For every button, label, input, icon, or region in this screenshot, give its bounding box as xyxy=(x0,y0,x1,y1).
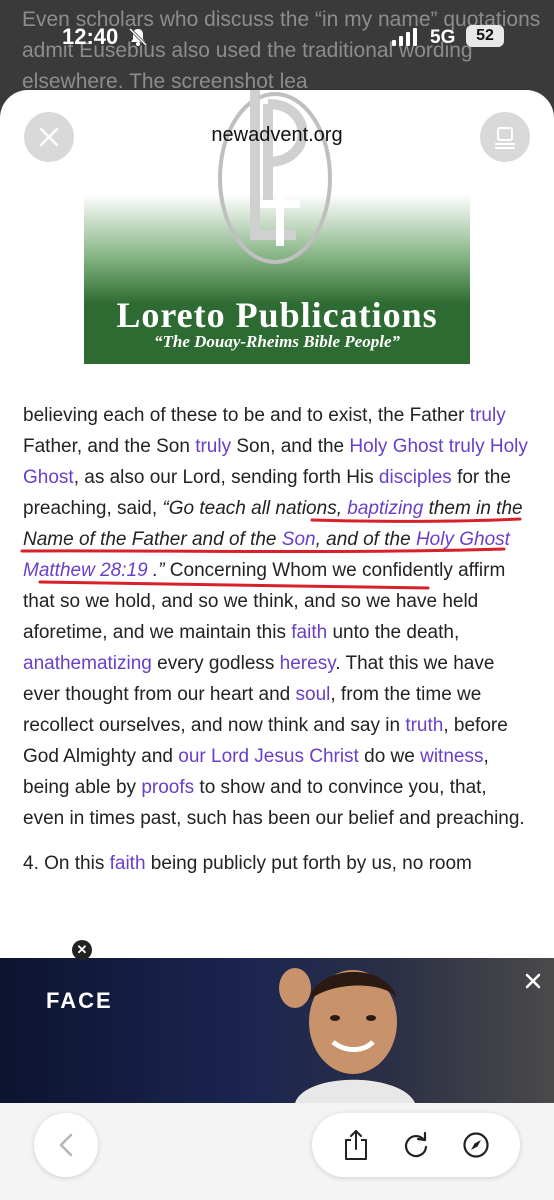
link-proofs[interactable]: proofs xyxy=(141,777,194,798)
text-run: , as also our Lord, sending forth His xyxy=(73,467,379,488)
chevron-left-icon xyxy=(59,1133,73,1157)
link-faith[interactable]: faith xyxy=(110,853,146,874)
battery-indicator: 52 xyxy=(466,25,504,47)
ad-person-image xyxy=(279,968,415,1103)
text-run: every godless xyxy=(151,653,280,674)
link-holy-ghost[interactable]: Holy Ghost xyxy=(416,529,510,550)
text-run: do we xyxy=(358,746,421,767)
banner-title: Loreto Publications xyxy=(116,295,438,335)
reload-icon xyxy=(404,1131,428,1158)
text-run: believing each of these to be and to exi… xyxy=(23,405,470,426)
link-anathematizing[interactable]: anathematizing xyxy=(23,653,152,674)
link-heresy[interactable]: heresy xyxy=(280,653,336,674)
link-baptizing[interactable]: baptizing xyxy=(347,498,423,519)
reader-icon xyxy=(495,127,515,149)
link-holy-ghost[interactable]: Holy Ghost xyxy=(349,436,443,457)
quote-text: “Go teach all nations, xyxy=(162,498,348,519)
ad-title: FACE xyxy=(46,988,113,1013)
text-run: Father, and the Son xyxy=(23,436,196,457)
link-faith[interactable]: faith xyxy=(291,622,327,643)
quote-text: .” xyxy=(147,560,165,581)
bell-slash-icon xyxy=(128,27,148,47)
network-label: 5G xyxy=(430,27,456,48)
reload-button[interactable] xyxy=(396,1125,436,1165)
lp-logo-icon xyxy=(218,90,332,264)
quote-text: , and of the xyxy=(315,529,416,550)
reader-button[interactable] xyxy=(480,112,530,162)
link-witness[interactable]: witness xyxy=(420,746,483,767)
link-son[interactable]: Son xyxy=(282,529,316,550)
status-bar: 12:40 5G 52 xyxy=(0,0,554,72)
link-our-lord-jesus-christ[interactable]: our Lord Jesus Christ xyxy=(178,746,359,767)
link-disciples[interactable]: disciples xyxy=(379,467,452,488)
signal-icon xyxy=(392,28,417,46)
status-time: 12:40 xyxy=(62,24,119,49)
share-button[interactable] xyxy=(336,1125,376,1165)
link-matthew-28-19[interactable]: Matthew 28:19 xyxy=(23,560,148,581)
link-soul[interactable]: soul xyxy=(296,684,331,705)
banner-subtitle: “The Douay-Rheims Bible People” xyxy=(153,332,400,351)
text-run: Son, and the xyxy=(231,436,350,457)
text-run: being publicly put forth by us, no room xyxy=(145,853,472,874)
action-buttons xyxy=(312,1113,520,1177)
compass-button[interactable] xyxy=(456,1125,496,1165)
link-truth[interactable]: truth xyxy=(405,715,443,736)
text-run: 4. On this xyxy=(23,853,110,874)
link-truly[interactable]: truly xyxy=(195,436,231,457)
page-domain: newadvent.org xyxy=(211,124,343,146)
share-icon xyxy=(345,1130,367,1160)
paragraph: believing each of these to be and to exi… xyxy=(23,400,533,834)
ad-close-icon xyxy=(525,973,541,989)
article-body: believing each of these to be and to exi… xyxy=(23,400,533,893)
ad-banner[interactable]: FACE xyxy=(0,958,554,1103)
text-run: unto the death, xyxy=(327,622,460,643)
compass-icon xyxy=(463,1132,489,1158)
link-truly[interactable]: truly xyxy=(470,405,506,426)
ad-choices-close-icon[interactable]: ✕ xyxy=(72,940,92,960)
paragraph: 4. On this faith being publicly put fort… xyxy=(23,848,533,879)
back-button[interactable] xyxy=(34,1113,98,1177)
ad-close-button[interactable] xyxy=(518,966,548,996)
bottom-toolbar xyxy=(0,1103,554,1200)
